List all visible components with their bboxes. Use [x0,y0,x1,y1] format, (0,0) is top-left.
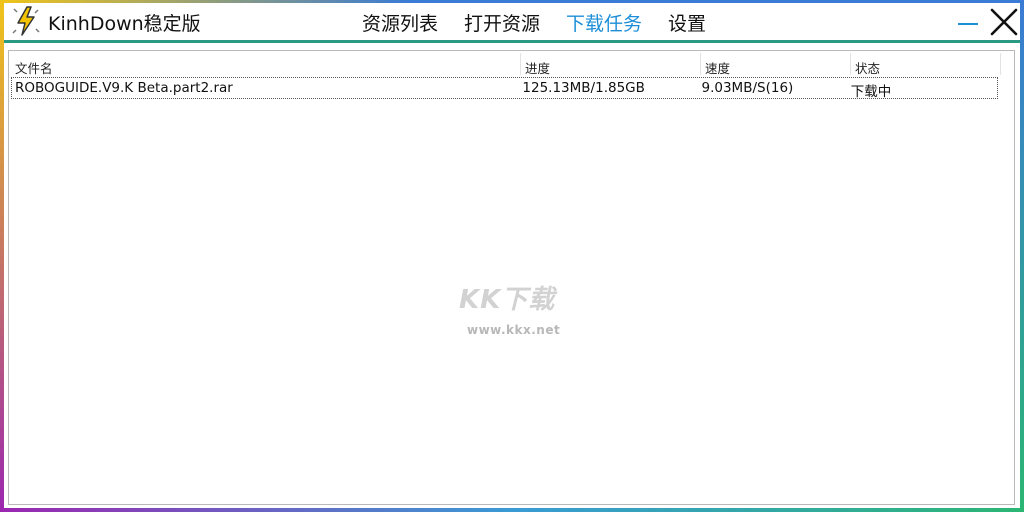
watermark: KK下载 www.kkx.net [459,279,589,343]
title-divider [4,40,1020,43]
lightning-bolt-icon [10,5,42,37]
window-border-bottom [0,508,1024,512]
tab-settings[interactable]: 设置 [668,9,706,36]
watermark-logo-text: KK下载 [459,285,556,315]
column-header-filename[interactable]: 文件名 [11,53,521,75]
list-header: 文件名 进度 速度 状态 [11,53,1001,75]
cell-speed: 9.03MB/S(16) [701,80,794,96]
watermark-url: www.kkx.net [467,323,561,337]
tab-open-resource[interactable]: 打开资源 [464,9,540,36]
cell-progress: 125.13MB/1.85GB [522,80,645,96]
column-header-status[interactable]: 状态 [851,53,1001,75]
app-title: KinhDown稳定版 [48,13,201,35]
main-nav: 资源列表 打开资源 下载任务 设置 [362,9,706,36]
download-task-list[interactable]: 文件名 进度 速度 状态 ROBOGUIDE.V9.K Beta.part2.r… [8,50,1015,505]
cell-status: 下载中 [850,84,892,98]
tab-resource-list[interactable]: 资源列表 [362,9,438,36]
close-button[interactable] [989,7,1019,37]
cell-filename: ROBOGUIDE.V9.K Beta.part2.rar [15,80,233,96]
minimize-icon [958,23,978,25]
column-header-speed[interactable]: 速度 [701,53,851,75]
minimize-button[interactable] [956,5,982,35]
window-border-right [1020,0,1024,512]
title-bar[interactable]: KinhDown稳定版 资源列表 打开资源 下载任务 设置 [4,3,1020,41]
close-icon [990,8,1018,36]
tab-download-tasks[interactable]: 下载任务 [566,9,642,36]
column-header-progress[interactable]: 进度 [521,53,701,75]
table-row[interactable]: ROBOGUIDE.V9.K Beta.part2.rar 125.13MB/1… [11,77,998,99]
window-border-left [0,0,4,512]
